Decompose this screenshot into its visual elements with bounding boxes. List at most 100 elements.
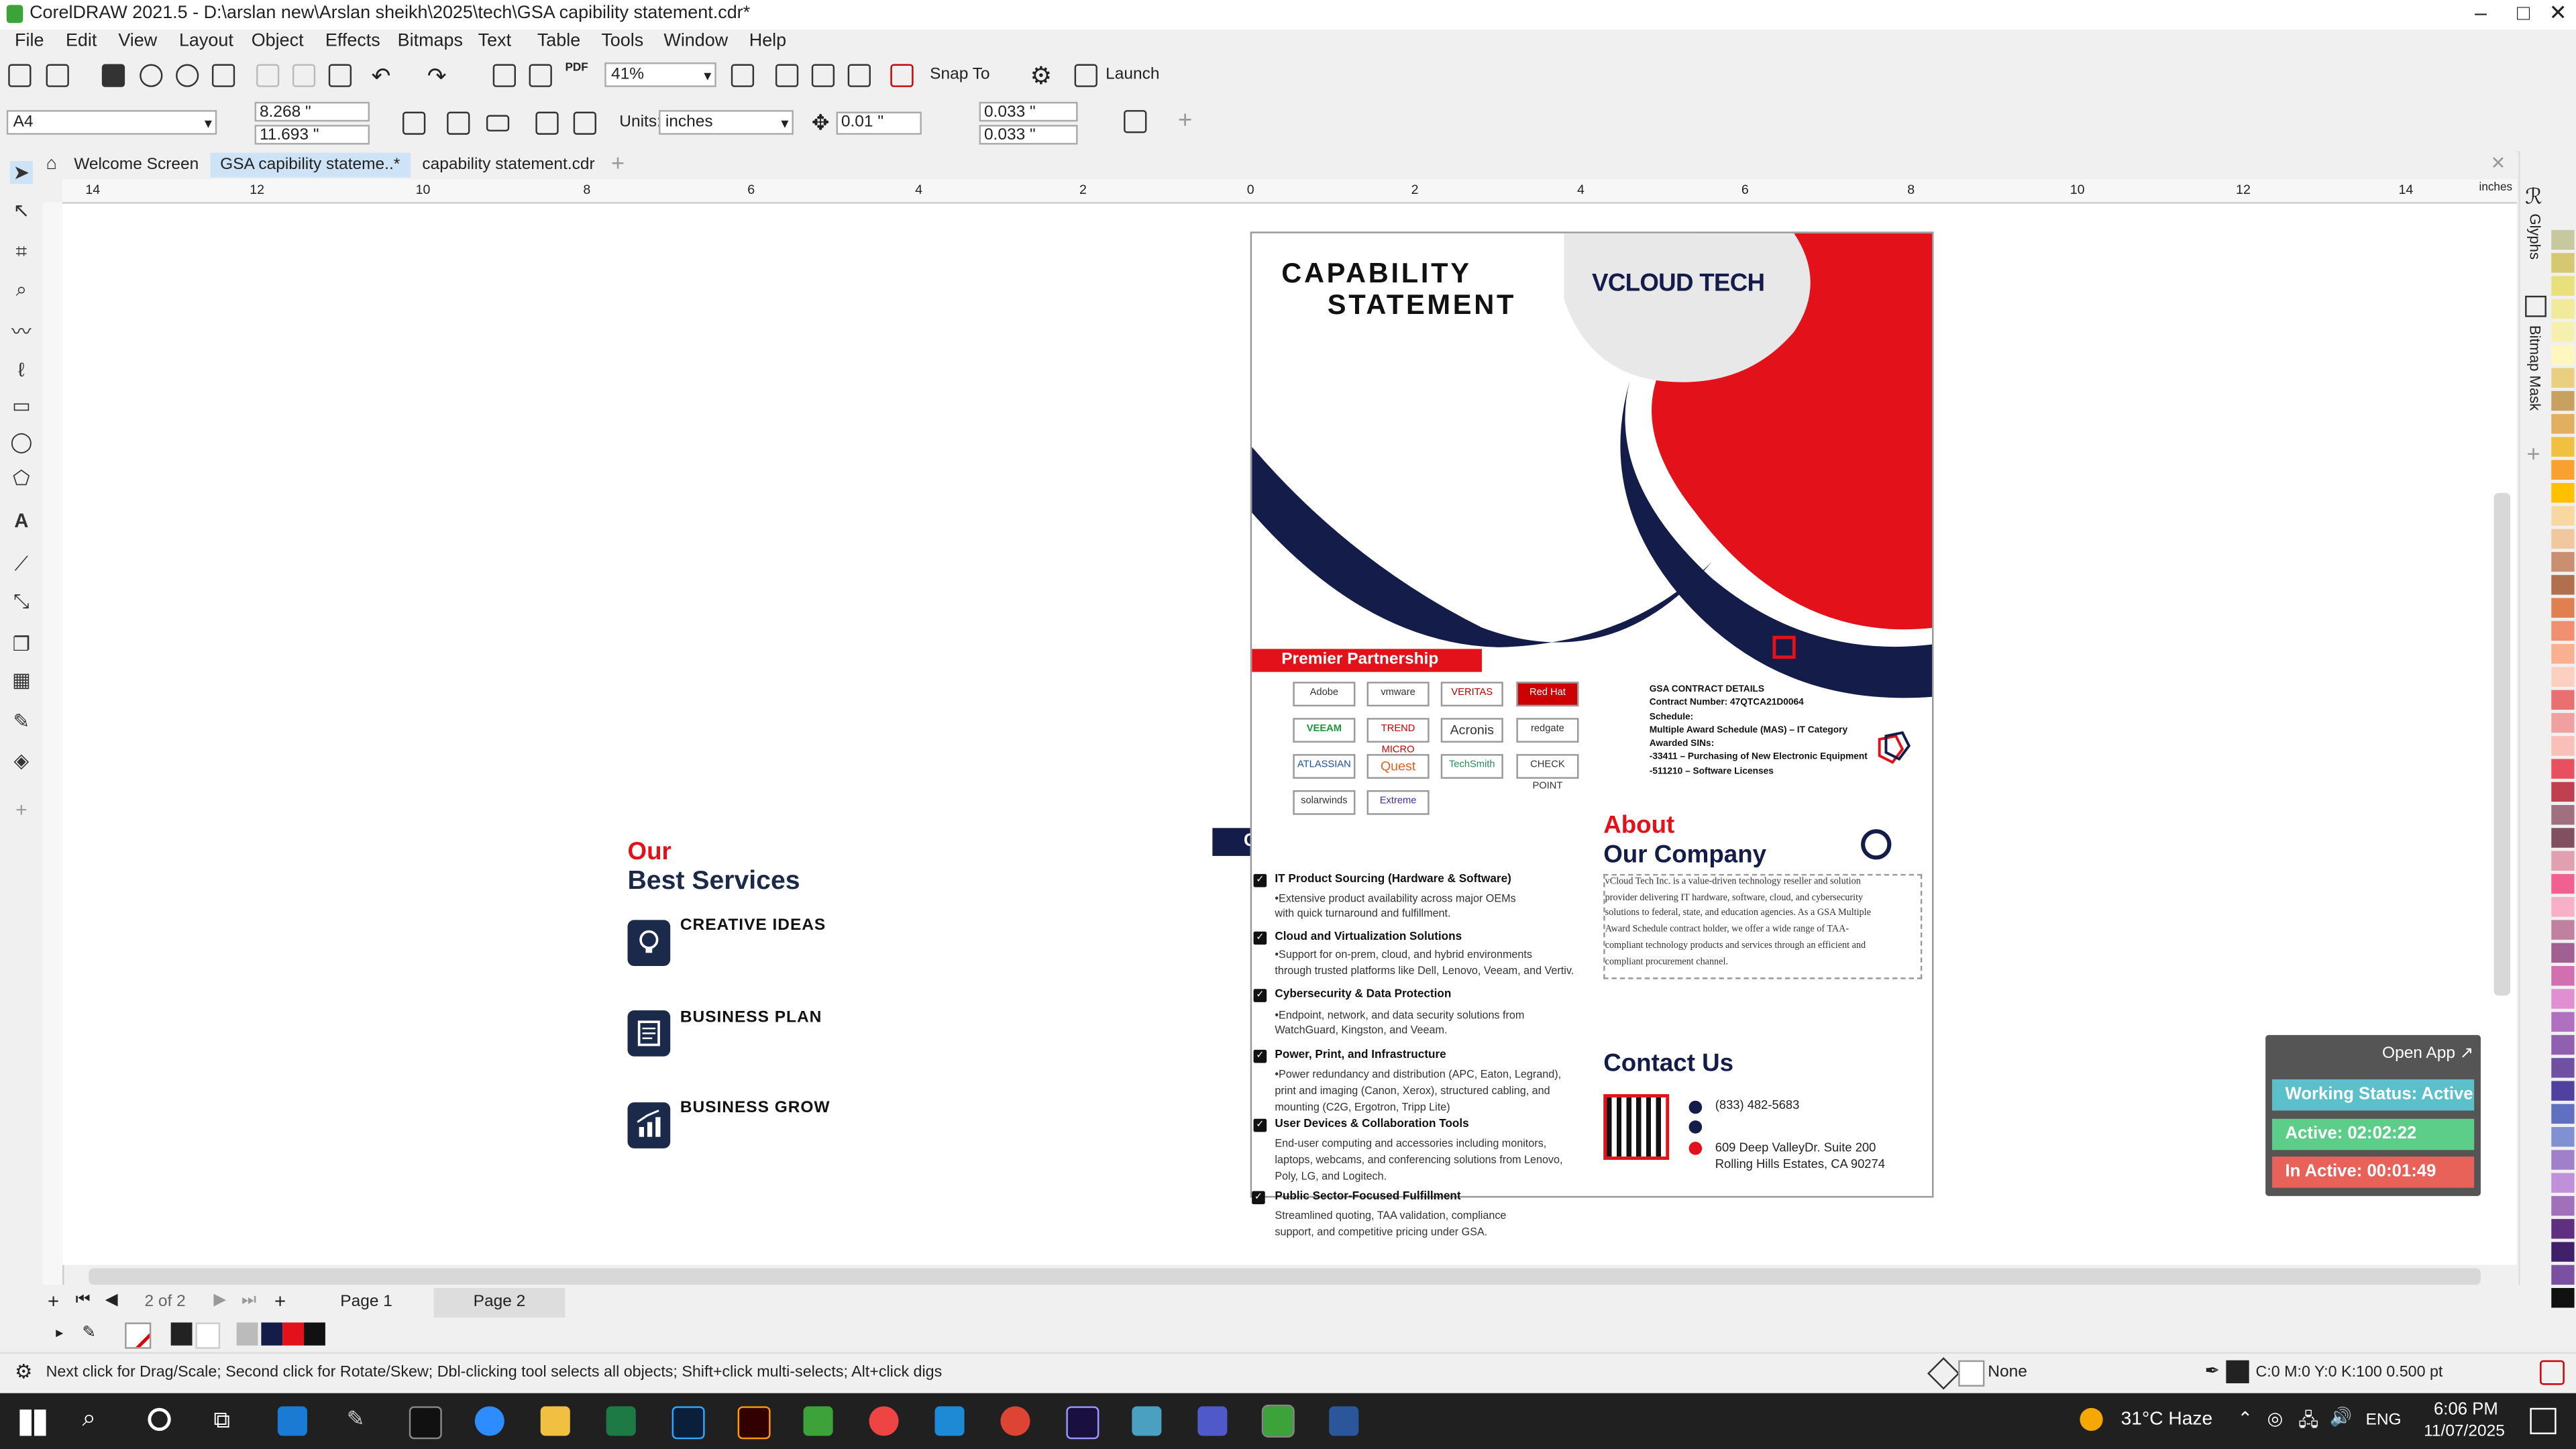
add-plus-icon[interactable]: +: [1178, 107, 1192, 135]
horizontal-scrollbar-thumb[interactable]: [89, 1268, 2481, 1285]
landscape-icon[interactable]: [486, 115, 510, 131]
page-frame-icon[interactable]: [1124, 110, 1147, 133]
swatch[interactable]: [2551, 805, 2575, 825]
crop-tool-icon[interactable]: ⌗: [10, 240, 33, 263]
open-app-link[interactable]: Open App ↗: [2382, 1045, 2473, 1063]
settings-gear-icon[interactable]: ⚙: [15, 1360, 32, 1383]
menu-table[interactable]: Table: [537, 32, 580, 51]
swatch[interactable]: [2551, 276, 2575, 296]
launch-dropdown[interactable]: Launch: [1106, 66, 1159, 84]
menu-file[interactable]: File: [15, 32, 44, 51]
swatch[interactable]: [236, 1322, 258, 1346]
swatch[interactable]: [2551, 966, 2575, 986]
edge-icon[interactable]: [277, 1406, 307, 1436]
bitmap-mask-docker-tab[interactable]: Bitmap Mask: [2527, 325, 2543, 411]
eyedropper-icon[interactable]: ✎: [10, 710, 33, 733]
polygon-tool-icon[interactable]: ⬠: [10, 467, 33, 490]
last-page-icon[interactable]: ⏭: [241, 1291, 256, 1309]
swatch[interactable]: [2551, 621, 2575, 641]
tab-gsa-capability[interactable]: GSA capibility stateme..*: [210, 152, 411, 178]
print-icon[interactable]: [211, 64, 235, 87]
menu-help[interactable]: Help: [749, 32, 786, 51]
swatch[interactable]: [2551, 943, 2575, 963]
page-height-input[interactable]: 11.693 ": [254, 125, 370, 145]
artistic-media-icon[interactable]: ℓ: [10, 358, 33, 381]
duplicate-x-input[interactable]: 0.033 ": [979, 101, 1078, 122]
swatch[interactable]: [2551, 368, 2575, 388]
add-docker-icon[interactable]: +: [2527, 440, 2540, 466]
swatch[interactable]: [2551, 782, 2575, 802]
premiere-icon[interactable]: [1066, 1406, 1099, 1440]
swatch[interactable]: [2551, 551, 2575, 572]
swatch[interactable]: [2551, 529, 2575, 549]
page-width-input[interactable]: 8.268 ": [254, 101, 370, 122]
cortana-icon[interactable]: [148, 1407, 171, 1432]
swatch[interactable]: [2551, 1058, 2575, 1078]
copy-icon[interactable]: [292, 64, 316, 87]
palette-eyedropper-icon[interactable]: ✎: [82, 1324, 96, 1342]
full-screen-icon[interactable]: [731, 64, 755, 87]
show-grid-icon[interactable]: [811, 64, 835, 87]
swatch[interactable]: [2551, 712, 2575, 733]
new-tab-icon[interactable]: +: [611, 150, 625, 176]
home-icon[interactable]: ⌂: [46, 154, 57, 174]
rectangle-tool-icon[interactable]: ▭: [10, 394, 33, 417]
swatch[interactable]: [2551, 598, 2575, 618]
publish-pdf-icon[interactable]: PDF: [565, 62, 588, 74]
prev-page-icon[interactable]: ◀: [105, 1291, 118, 1309]
teams-icon[interactable]: [1197, 1406, 1228, 1436]
swatch[interactable]: [2551, 506, 2575, 526]
swatch[interactable]: [2551, 1012, 2575, 1032]
cloud-download-icon[interactable]: [176, 64, 199, 87]
show-guidelines-icon[interactable]: [847, 64, 871, 87]
snap-to-dropdown[interactable]: Snap To: [930, 66, 989, 84]
next-page-icon[interactable]: ▶: [213, 1291, 226, 1309]
swatch[interactable]: [2551, 1104, 2575, 1124]
chrome-icon[interactable]: [869, 1406, 899, 1436]
swatch[interactable]: [2551, 828, 2575, 848]
pen-app-icon[interactable]: ✎: [347, 1406, 365, 1432]
swatch[interactable]: [2551, 1265, 2575, 1285]
swatch[interactable]: [2551, 1195, 2575, 1216]
search-icon[interactable]: ⌕: [82, 1405, 96, 1433]
tab-welcome-screen[interactable]: Welcome Screen: [64, 153, 209, 178]
document-page[interactable]: CAPABILITY STATEMENT VCLOUD TECH Premier…: [1250, 231, 1934, 1198]
swatch[interactable]: [2551, 437, 2575, 457]
chrome-profile-icon[interactable]: [1000, 1406, 1030, 1436]
swatch[interactable]: [2551, 460, 2575, 480]
swatch[interactable]: [2551, 345, 2575, 365]
tray-chevron-icon[interactable]: ⌃: [2238, 1408, 2253, 1429]
tab-capability-statement[interactable]: capability statement.cdr: [413, 153, 605, 178]
units-select[interactable]: inches: [659, 110, 794, 135]
current-page-icon[interactable]: [573, 111, 596, 135]
swatch[interactable]: [2551, 1288, 2575, 1308]
swatch[interactable]: [2551, 920, 2575, 940]
interactive-fill-icon[interactable]: ◈: [10, 749, 33, 772]
swatch[interactable]: [2551, 299, 2575, 319]
swatch[interactable]: [2551, 667, 2575, 687]
vscode-icon[interactable]: [934, 1406, 965, 1436]
swatch[interactable]: [282, 1322, 305, 1346]
freehand-tool-icon[interactable]: 〰: [10, 321, 33, 343]
first-page-icon[interactable]: ⏮: [76, 1291, 91, 1309]
zoom-tool-icon[interactable]: ⌕: [10, 278, 33, 301]
swatch[interactable]: [2551, 1034, 2575, 1055]
swatch[interactable]: [2551, 690, 2575, 710]
minimize-button[interactable]: –: [2463, 0, 2499, 30]
nudge-distance-input[interactable]: 0.01 ": [836, 111, 922, 135]
zoom-level-select[interactable]: 41%: [604, 62, 716, 87]
scale-content-icon[interactable]: [402, 111, 426, 135]
language-indicator[interactable]: ENG: [2366, 1411, 2402, 1430]
swatch[interactable]: [2551, 483, 2575, 503]
menu-tools[interactable]: Tools: [601, 32, 643, 51]
options-gear-icon[interactable]: ⚙: [1030, 61, 1053, 91]
menu-effects[interactable]: Effects: [325, 32, 380, 51]
swatch[interactable]: [2551, 1173, 2575, 1193]
volume-icon[interactable]: 🔊: [2330, 1406, 2353, 1428]
swatch[interactable]: [195, 1322, 221, 1349]
no-fill-swatch[interactable]: [125, 1322, 152, 1349]
swatch[interactable]: [2551, 322, 2575, 342]
page-size-select[interactable]: A4: [6, 110, 217, 135]
illustrator-icon[interactable]: [737, 1406, 771, 1440]
swatch[interactable]: [261, 1322, 283, 1346]
